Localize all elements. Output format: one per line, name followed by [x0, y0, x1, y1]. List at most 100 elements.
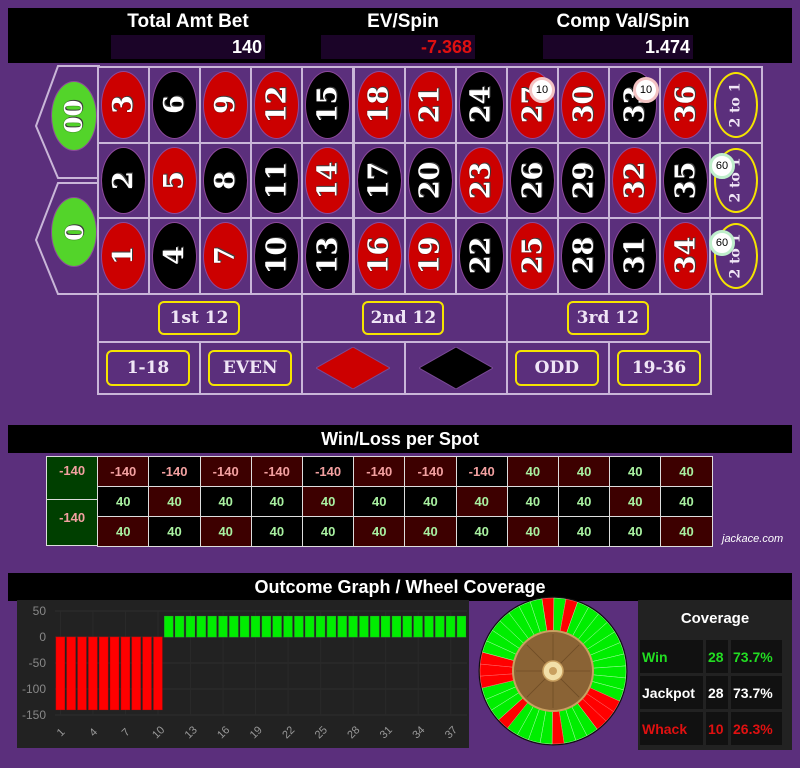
winloss-cell: 40	[250, 486, 303, 517]
outcome-bar	[305, 615, 315, 638]
coverage-count: 28	[706, 676, 728, 709]
number-label: 7	[210, 246, 242, 266]
bet-chip[interactable]: 60	[709, 230, 735, 256]
bet-chip[interactable]: 10	[529, 77, 555, 103]
ev-spin-label: EV/Spin	[367, 11, 439, 32]
number-1[interactable]: 1	[102, 223, 146, 289]
dozen-bet-3[interactable]: 3rd 12	[566, 301, 649, 335]
x-tick-label: 28	[345, 724, 362, 741]
number-label: 22	[465, 237, 497, 275]
y-tick-label: -100	[22, 682, 46, 696]
number-17[interactable]: 17	[357, 147, 401, 214]
winloss-cell: -140	[199, 456, 252, 487]
number-label: 24	[465, 86, 497, 124]
number-29[interactable]: 29	[561, 147, 605, 214]
winloss-cell: 40	[199, 516, 252, 547]
number-9[interactable]: 9	[204, 72, 248, 138]
number-31[interactable]: 31	[613, 223, 657, 289]
outside-bet-low[interactable]: 1-18	[106, 350, 190, 386]
number-8[interactable]: 8	[204, 147, 248, 214]
number-7[interactable]: 7	[204, 223, 248, 289]
outcome-bar	[164, 615, 174, 638]
number-25[interactable]: 25	[510, 223, 554, 289]
number-12[interactable]: 12	[255, 72, 299, 138]
winloss-cell: 40	[455, 516, 508, 547]
outcome-bar	[391, 615, 401, 638]
outcome-bar	[456, 615, 467, 638]
number-34[interactable]: 34	[664, 223, 708, 289]
bet-chip[interactable]: 10	[633, 77, 659, 103]
outside-bet-high[interactable]: 19-36	[617, 350, 701, 386]
coverage-pct: 26.3%	[731, 712, 782, 745]
number-label: 2	[108, 170, 140, 190]
stats-header: Total Amt Bet 140 EV/Spin -7.368 Comp Va…	[8, 8, 792, 63]
number-21[interactable]: 21	[408, 72, 452, 138]
number-26[interactable]: 26	[510, 147, 554, 214]
number-16[interactable]: 16	[357, 223, 401, 289]
bet-chip[interactable]: 60	[709, 153, 735, 179]
number-label: 31	[619, 237, 651, 275]
outcome-bar	[283, 615, 293, 638]
number-label: 5	[159, 170, 191, 190]
winloss-cell: 40	[302, 486, 355, 517]
number-5[interactable]: 5	[153, 147, 197, 214]
number-6[interactable]: 6	[153, 72, 197, 138]
dozen-bet-1[interactable]: 1st 12	[158, 301, 240, 335]
outcome-bar	[413, 615, 423, 638]
number-18[interactable]: 18	[357, 72, 401, 138]
outcome-bar	[207, 615, 217, 638]
outcome-bar	[402, 615, 412, 638]
number-label: 16	[363, 237, 395, 275]
total-amt-bet-value: 140	[111, 35, 265, 59]
x-tick-label: 37	[443, 724, 460, 741]
column-bet-3[interactable]: 2 to 1	[714, 72, 758, 138]
outside-bet-even[interactable]: EVEN	[208, 350, 293, 386]
outcome-bar	[185, 615, 195, 638]
number-28[interactable]: 28	[561, 223, 605, 289]
y-tick-label: -150	[22, 708, 46, 722]
outside-bet-odd[interactable]: ODD	[514, 350, 599, 386]
number-label: 35	[670, 161, 702, 200]
number-label: 19	[414, 237, 446, 275]
dozen-bet-2[interactable]: 2nd 12	[362, 301, 445, 335]
zero-spot-0[interactable]: 0	[52, 198, 96, 266]
outcome-bar	[109, 636, 120, 711]
number-label: 1	[108, 246, 140, 266]
winloss-cell: 40	[455, 486, 508, 517]
winloss-cell: 40	[660, 516, 713, 547]
number-35[interactable]: 35	[664, 147, 708, 214]
number-36[interactable]: 36	[664, 72, 708, 138]
total-amt-bet-label: Total Amt Bet	[127, 11, 249, 32]
number-23[interactable]: 23	[459, 147, 503, 214]
winloss-cell: 40	[609, 456, 662, 487]
winloss-cell: 40	[97, 516, 150, 547]
winloss-cell: 40	[558, 486, 611, 517]
black-bet-diamond[interactable]	[418, 347, 493, 389]
number-22[interactable]: 22	[459, 223, 503, 289]
number-30[interactable]: 30	[561, 72, 605, 138]
number-label: 36	[670, 86, 702, 124]
x-tick-label: 34	[410, 724, 427, 741]
outcome-bar	[446, 615, 456, 638]
wheel-coverage	[478, 596, 628, 746]
number-24[interactable]: 24	[459, 72, 503, 138]
x-tick-label: 4	[87, 726, 100, 739]
watermark: jackace.com	[722, 533, 784, 545]
number-10[interactable]: 10	[255, 223, 299, 289]
winloss-title: Win/Loss per Spot	[8, 425, 792, 453]
number-20[interactable]: 20	[408, 147, 452, 214]
red-bet-diamond[interactable]	[316, 347, 391, 389]
column-bet-label: 2 to 1	[728, 82, 745, 128]
number-3[interactable]: 3	[102, 72, 146, 138]
number-19[interactable]: 19	[408, 223, 452, 289]
outcome-bar	[294, 615, 304, 638]
winloss-cell: -140	[97, 456, 150, 487]
winloss-cell: 40	[148, 516, 201, 547]
zero-spot-00[interactable]: 00	[52, 82, 96, 150]
number-4[interactable]: 4	[153, 223, 197, 289]
winloss-cell: 40	[660, 456, 713, 487]
number-label: 26	[516, 161, 548, 200]
number-32[interactable]: 32	[613, 147, 657, 214]
number-2[interactable]: 2	[102, 147, 146, 214]
number-15[interactable]: 15	[306, 72, 350, 138]
